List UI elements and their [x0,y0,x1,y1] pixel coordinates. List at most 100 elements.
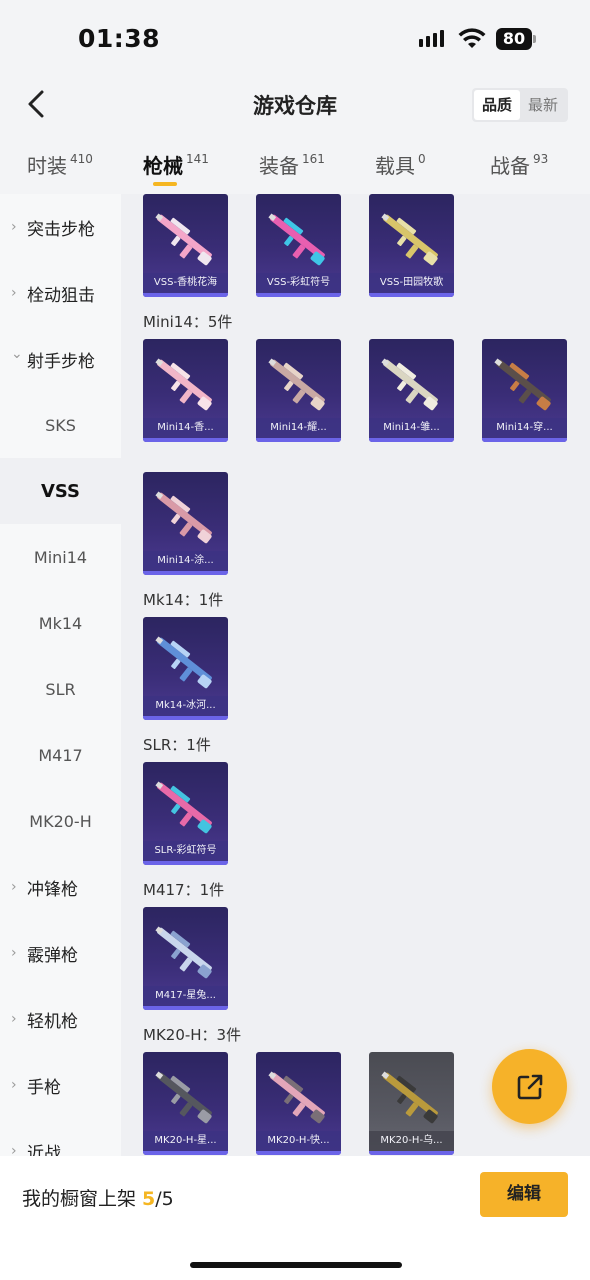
weapon-card[interactable]: Mini14-雏... [369,339,454,442]
weapon-card[interactable]: VSS-彩虹符号 [256,194,341,297]
weapon-card-name: VSS-彩虹符号 [256,273,341,293]
weapon-card[interactable]: M417-星兔... [143,907,228,1010]
weapon-skin-icon [155,358,212,411]
rarity-bar [256,293,341,297]
rarity-bar [482,438,567,442]
sidebar-item-label: 霰弹枪 [27,945,78,966]
weapon-category-sidebar: › 突击步枪 › 栓动狙击 ⌄ 射手步枪 SKS VSS Mini14 Mk14 SLR M417 MK… [0,194,121,1156]
cellular-signal-icon [419,30,444,47]
tab-firearms[interactable]: 枪械 141 [143,150,209,179]
sidebar-item-label: MK20-H [29,811,92,831]
sidebar-item[interactable]: › 手枪 [0,1052,121,1118]
section-label: M417：1件 [143,881,225,899]
weapon-skin-icon [268,1071,325,1124]
weapon-card-name: Mini14-穿... [482,418,567,438]
showcase-label: 我的橱窗上架 [22,1188,143,1210]
sidebar-item[interactable]: MK20-H [0,788,121,854]
sidebar-item-label: VSS [40,480,81,502]
status-time: 01:38 [78,24,161,53]
weapon-skin-icon [155,926,212,979]
weapon-card[interactable]: MK20-H-乌... [369,1052,454,1155]
chevron-right-icon: › [11,879,17,895]
tab-supplies[interactable]: 战备 93 [490,150,548,179]
home-indicator[interactable] [190,1262,402,1268]
rarity-bar [143,1006,228,1010]
weapon-card[interactable]: Mini14-耀... [256,339,341,442]
tab-count: 0 [418,152,426,166]
sidebar-item-label: 手枪 [27,1077,61,1098]
weapon-skin-icon [155,636,212,689]
chevron-right-icon: › [11,285,17,301]
sort-latest-button[interactable]: 最新 [520,90,566,120]
sidebar-item[interactable]: Mk14 [0,590,121,656]
weapon-card-name: Mini14-香... [143,418,228,438]
chevron-right-icon: › [11,945,17,961]
weapon-card[interactable]: VSS-香桃花海 [143,194,228,297]
sidebar-item[interactable]: M417 [0,722,121,788]
weapon-card[interactable]: Mini14-穿... [482,339,567,442]
weapon-card-name: Mini14-涂... [143,551,228,571]
weapon-card-name: M417-星兔... [143,986,228,1006]
tab-count: 410 [70,152,93,166]
sidebar-item[interactable]: › 霰弹枪 [0,920,121,986]
tab-label: 战备 [490,154,530,178]
sidebar-item-label: 栓动狙击 [27,285,95,306]
weapon-card[interactable]: VSS-田园牧歌 [369,194,454,297]
sidebar-item[interactable]: › 近战 [0,1118,121,1156]
showcase-count: 5 [142,1188,156,1210]
sidebar-item[interactable]: SKS [0,392,121,458]
sidebar-item-label: 突击步枪 [27,219,95,240]
edit-button[interactable]: 编辑 [480,1172,568,1217]
weapon-skin-icon [381,1071,438,1124]
rarity-bar [143,861,228,865]
sidebar-item[interactable]: › 栓动狙击 [0,260,121,326]
section-label: SLR：1件 [143,736,211,754]
battery-cap [533,35,536,43]
sidebar-item[interactable]: SLR [0,656,121,722]
sidebar-item[interactable]: › 突击步枪 [0,194,121,260]
weapon-card-name: VSS-田园牧歌 [369,273,454,293]
sidebar-item[interactable]: VSS [0,458,121,524]
status-bar: 01:38 80 [0,0,590,72]
rarity-bar [143,571,228,575]
weapon-card[interactable]: Mini14-涂... [143,472,228,575]
sidebar-item[interactable]: ⌄ 射手步枪 [0,326,121,392]
weapon-card[interactable]: MK20-H-快... [256,1052,341,1155]
section-label: Mini14：5件 [143,313,233,331]
sidebar-item-label: Mini14 [33,547,88,567]
tab-fashion[interactable]: 时装 410 [27,150,93,179]
rarity-bar [256,438,341,442]
weapon-skin-icon [381,213,438,266]
sidebar-item-label: M417 [38,745,83,765]
tab-equipment[interactable]: 装备 161 [259,150,325,179]
weapon-skin-icon [155,213,212,266]
rarity-bar [256,1151,341,1155]
weapon-card[interactable]: Mk14-冰河... [143,617,228,720]
weapon-card[interactable]: MK20-H-星... [143,1052,228,1155]
sidebar-item-label: 轻机枪 [27,1011,78,1032]
weapon-skin-icon [155,491,212,544]
share-button[interactable] [492,1049,567,1124]
tab-label: 时装 [27,154,67,178]
sidebar-item-label: SLR [45,679,76,699]
section-label: MK20-H：3件 [143,1026,242,1044]
chevron-right-icon: › [11,219,17,235]
chevron-right-icon: › [11,1077,17,1093]
weapon-grid: VSS-香桃花海 VSS-彩虹符号 VSS-田园牧歌 Mini14：5件 Mini14-… [121,194,590,1156]
category-tabs: 时装 410 枪械 141 装备 161 载具 0 战备 93 [0,136,590,194]
sidebar-item[interactable]: › 轻机枪 [0,986,121,1052]
rarity-bar [143,293,228,297]
section-label: Mk14：1件 [143,591,224,609]
sidebar-item-label: SKS [45,415,76,435]
rarity-bar [143,716,228,720]
sidebar-item[interactable]: Mini14 [0,524,121,590]
weapon-card[interactable]: SLR-彩虹符号 [143,762,228,865]
active-tab-indicator [153,182,177,186]
sidebar-item[interactable]: › 冲锋枪 [0,854,121,920]
tab-vehicles[interactable]: 载具 0 [375,150,426,179]
sort-quality-button[interactable]: 品质 [474,90,520,120]
share-external-icon [517,1074,542,1099]
rarity-bar [143,438,228,442]
weapon-card[interactable]: Mini14-香... [143,339,228,442]
weapon-card-name: VSS-香桃花海 [143,273,228,293]
